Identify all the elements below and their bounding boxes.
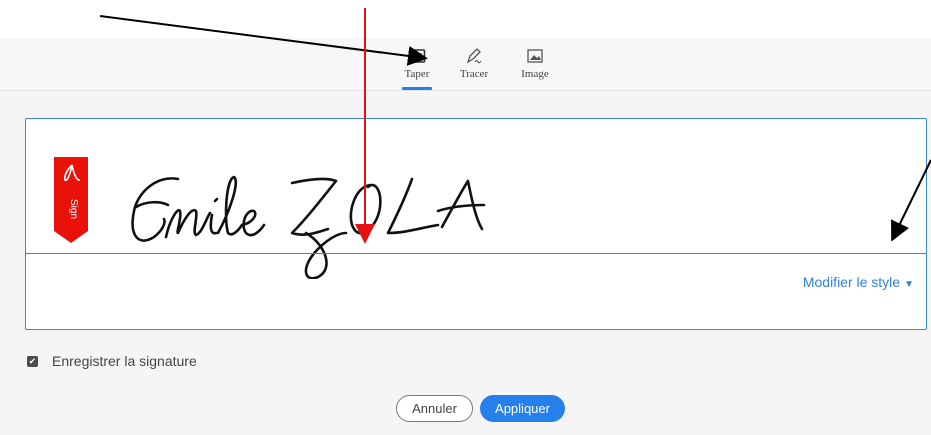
save-signature-row: ✔ Enregistrer la signature xyxy=(27,353,197,369)
tab-draw-label: Tracer xyxy=(459,68,489,80)
tab-draw[interactable]: Tracer xyxy=(444,44,504,90)
cancel-button[interactable]: Annuler xyxy=(396,395,473,422)
sign-badge: Sign xyxy=(54,157,88,243)
signature-dialog: Taper Tracer Image Sign Modifier le styl… xyxy=(0,38,931,435)
modify-style-button[interactable]: Modifier le style ▼ xyxy=(803,274,914,290)
mode-tab-bar: Taper Tracer Image xyxy=(0,38,931,91)
tab-image-label: Image xyxy=(521,68,549,80)
sign-badge-label: Sign xyxy=(68,199,79,219)
tab-image[interactable]: Image xyxy=(505,44,565,90)
save-signature-label: Enregistrer la signature xyxy=(52,353,197,369)
modify-style-label: Modifier le style xyxy=(802,274,901,290)
save-signature-checkbox[interactable]: ✔ xyxy=(27,355,38,367)
tab-type-label: Taper xyxy=(404,68,430,80)
tab-type[interactable]: Taper xyxy=(387,44,447,90)
signature-drawing xyxy=(131,175,486,279)
active-tab-indicator xyxy=(402,87,432,90)
pen-icon xyxy=(466,48,482,64)
keyboard-icon xyxy=(408,49,426,63)
apply-button[interactable]: Appliquer xyxy=(480,395,565,422)
image-icon xyxy=(527,49,543,63)
signature-canvas[interactable]: Sign Modifier le style ▼ xyxy=(25,118,927,330)
chevron-down-icon: ▼ xyxy=(904,279,914,290)
signature-baseline xyxy=(26,253,926,254)
